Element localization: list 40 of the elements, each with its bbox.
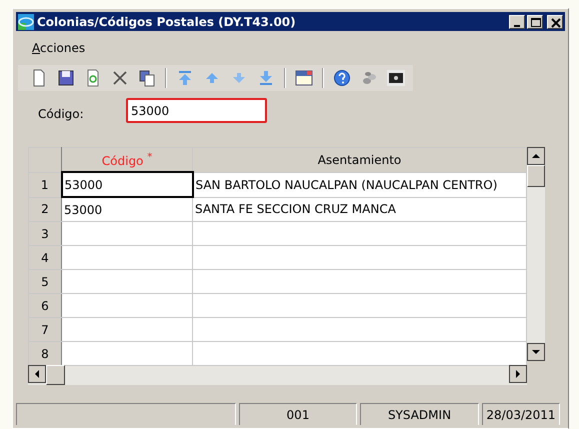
row-header[interactable]: 5	[28, 270, 62, 294]
horizontal-scrollbar[interactable]	[28, 365, 527, 385]
column-header[interactable]: Asentamiento	[192, 148, 526, 172]
screen-icon[interactable]	[387, 69, 405, 87]
window-title: Colonias/Códigos Postales (DY.T43.00)	[37, 14, 297, 28]
row-header[interactable]: 6	[28, 294, 62, 318]
table-cell: 53000	[62, 197, 192, 222]
status-panel: 001	[239, 403, 357, 425]
status-panel: SYSADMIN	[360, 403, 479, 425]
corner-cell	[28, 148, 62, 172]
close-icon[interactable]	[547, 14, 563, 28]
row-header[interactable]: 1	[28, 172, 62, 197]
minimize-icon[interactable]	[509, 14, 525, 28]
save-icon[interactable]	[57, 69, 75, 87]
code-label: Código:	[38, 106, 85, 120]
scroll-up-button[interactable]	[527, 147, 545, 165]
code-field[interactable]: 53000	[126, 98, 267, 123]
app-icon	[18, 14, 34, 30]
table-cell: SANTA FE SECCION CRUZ MANCA	[192, 197, 526, 222]
row-header[interactable]: 3	[28, 222, 62, 246]
menu-item[interactable]: Acciones	[32, 41, 86, 55]
coins-icon[interactable]	[360, 69, 378, 87]
row-header[interactable]: 8	[28, 342, 62, 366]
vertical-scrollbar[interactable]	[527, 147, 545, 361]
scroll-down-button[interactable]	[527, 343, 545, 361]
maximize-icon[interactable]	[527, 14, 543, 28]
scroll-right-button[interactable]	[509, 365, 527, 383]
table-cell: SAN BARTOLO NAUCALPAN (NAUCALPAN CENTRO)	[192, 172, 526, 197]
scroll-left-button[interactable]	[28, 365, 46, 383]
window-icon[interactable]	[295, 69, 313, 87]
status-panel: 28/03/2011	[482, 403, 560, 425]
row-header[interactable]: 7	[28, 318, 62, 342]
scroll-thumb[interactable]	[527, 165, 545, 187]
scroll-thumb[interactable]	[46, 365, 65, 385]
row-header[interactable]: 4	[28, 246, 62, 270]
table-cell: 53000	[62, 172, 192, 197]
copy-icon[interactable]	[138, 69, 156, 87]
help-icon[interactable]	[333, 69, 351, 87]
row-header[interactable]: 2	[28, 197, 62, 222]
delete-icon[interactable]	[111, 69, 129, 87]
